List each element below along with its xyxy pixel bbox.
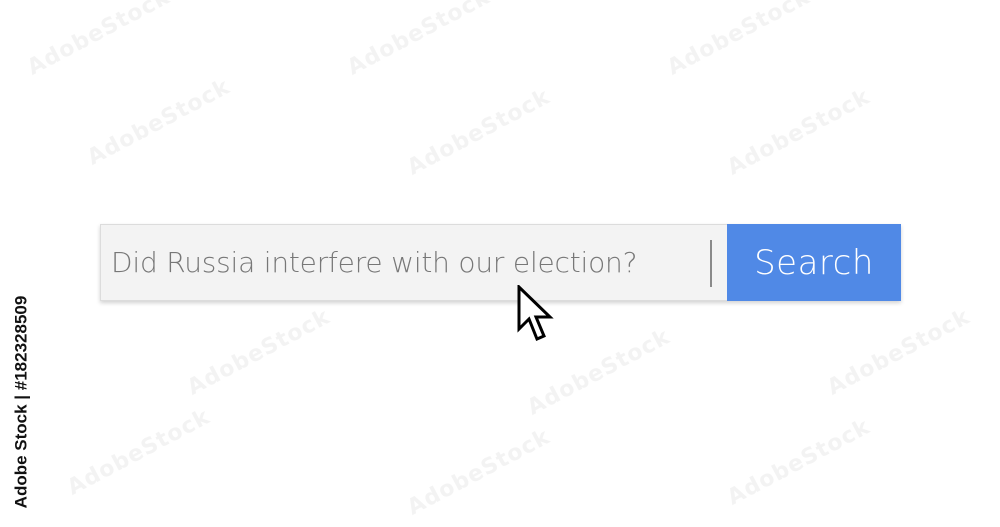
watermark: AdobeStock [663, 0, 815, 81]
watermark: AdobeStock [63, 404, 215, 501]
search-query-text: Did Russia interfere with our election? [111, 246, 638, 279]
watermark: AdobeStock [83, 74, 235, 171]
text-caret [710, 240, 712, 287]
watermark: AdobeStock [403, 424, 555, 521]
stock-credit-text: Adobe Stock | #182328509 [11, 295, 30, 509]
watermark: AdobeStock [343, 0, 495, 81]
watermark: AdobeStock [403, 84, 555, 181]
watermark: AdobeStock [723, 414, 875, 511]
search-bar: Did Russia interfere with our election? … [100, 224, 901, 301]
watermark: AdobeStock [723, 84, 875, 181]
watermark: AdobeStock [23, 0, 175, 81]
arrow-pointer-icon [517, 285, 554, 341]
watermark: AdobeStock [823, 304, 975, 401]
stock-credit: Adobe Stock | #182328509 [10, 292, 32, 512]
search-button[interactable]: Search [727, 224, 901, 301]
watermark: AdobeStock [183, 304, 335, 401]
stage: AdobeStock AdobeStock AdobeStock AdobeSt… [0, 0, 1000, 527]
search-input[interactable]: Did Russia interfere with our election? [100, 224, 727, 301]
